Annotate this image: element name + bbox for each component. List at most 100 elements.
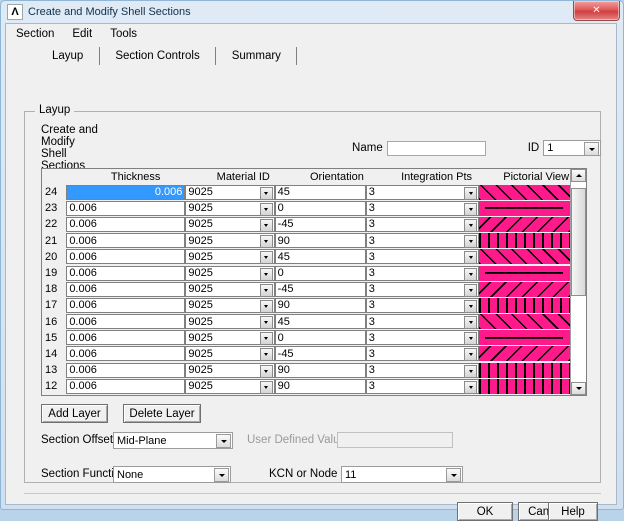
chevron-down-icon[interactable]: [216, 434, 231, 448]
chevron-down-icon[interactable]: [464, 380, 478, 394]
orientation-cell[interactable]: 90: [274, 362, 366, 378]
orientation-cell[interactable]: 45: [274, 184, 366, 200]
name-input[interactable]: [386, 140, 486, 156]
chevron-down-icon[interactable]: [464, 251, 478, 265]
menu-item-section[interactable]: Section: [14, 27, 56, 41]
integration-pts-cell[interactable]: 3: [365, 362, 480, 378]
chevron-down-icon[interactable]: [259, 332, 273, 346]
chevron-down-icon[interactable]: [464, 332, 478, 346]
chevron-down-icon[interactable]: [464, 202, 478, 216]
chevron-down-icon[interactable]: [464, 348, 478, 362]
thickness-cell[interactable]: 0.006: [66, 200, 186, 216]
thickness-cell[interactable]: 0.006: [66, 281, 186, 297]
table-row[interactable]: 17 0.006 9025 90 3: [42, 297, 570, 313]
chevron-down-icon[interactable]: [464, 218, 478, 232]
chevron-down-icon[interactable]: [259, 251, 273, 265]
scrollbar-thumb[interactable]: [571, 188, 586, 296]
integration-pts-cell[interactable]: 3: [365, 346, 480, 362]
table-row[interactable]: 13 0.006 9025 90 3: [42, 362, 570, 378]
section-function-combo[interactable]: None: [113, 466, 231, 483]
thickness-cell[interactable]: 0.006: [66, 314, 186, 330]
material-id-cell[interactable]: 9025: [185, 362, 275, 378]
thickness-cell[interactable]: 0.006: [66, 184, 186, 200]
thickness-cell[interactable]: 0.006: [66, 249, 186, 265]
material-id-cell[interactable]: 9025: [185, 314, 275, 330]
material-id-cell[interactable]: 9025: [185, 297, 275, 313]
chevron-down-icon[interactable]: [584, 142, 599, 156]
orientation-cell[interactable]: -45: [274, 346, 366, 362]
chevron-down-icon[interactable]: [259, 218, 273, 232]
chevron-down-icon[interactable]: [464, 283, 478, 297]
orientation-cell[interactable]: 0: [274, 200, 366, 216]
material-id-cell[interactable]: 9025: [185, 281, 275, 297]
material-id-cell[interactable]: 9025: [185, 265, 275, 281]
table-row[interactable]: 15 0.006 9025 0 3: [42, 330, 570, 346]
material-id-cell[interactable]: 9025: [185, 184, 275, 200]
integration-pts-cell[interactable]: 3: [365, 233, 480, 249]
chevron-down-icon[interactable]: [464, 299, 478, 313]
orientation-cell[interactable]: 0: [274, 265, 366, 281]
orientation-cell[interactable]: 45: [274, 249, 366, 265]
chevron-down-icon[interactable]: [446, 468, 461, 482]
integration-pts-cell[interactable]: 3: [365, 378, 480, 394]
integration-pts-cell[interactable]: 3: [365, 281, 480, 297]
thickness-cell[interactable]: 0.006: [66, 362, 186, 378]
table-row[interactable]: 18 0.006 9025 -45 3: [42, 281, 570, 297]
table-row[interactable]: 19 0.006 9025 0 3: [42, 265, 570, 281]
chevron-down-icon[interactable]: [259, 380, 273, 394]
table-row[interactable]: 20 0.006 9025 45 3: [42, 249, 570, 265]
orientation-cell[interactable]: 90: [274, 233, 366, 249]
chevron-down-icon[interactable]: [259, 348, 273, 362]
chevron-down-icon[interactable]: [464, 186, 478, 200]
table-row[interactable]: 23 0.006 9025 0 3: [42, 200, 570, 216]
orientation-cell[interactable]: 90: [274, 378, 366, 394]
table-row[interactable]: 21 0.006 9025 90 3: [42, 233, 570, 249]
integration-pts-cell[interactable]: 3: [365, 200, 480, 216]
chevron-down-icon[interactable]: [464, 364, 478, 378]
integration-pts-cell[interactable]: 3: [365, 265, 480, 281]
tab-summary[interactable]: Summary: [216, 47, 298, 65]
material-id-cell[interactable]: 9025: [185, 233, 275, 249]
table-row[interactable]: 12 0.006 9025 90 3: [42, 378, 570, 394]
orientation-cell[interactable]: 90: [274, 297, 366, 313]
thickness-cell[interactable]: 0.006: [66, 233, 186, 249]
chevron-down-icon[interactable]: [259, 186, 273, 200]
menu-item-tools[interactable]: Tools: [108, 27, 139, 41]
delete-layer-button[interactable]: Delete Layer: [123, 404, 201, 423]
material-id-cell[interactable]: 9025: [185, 378, 275, 394]
chevron-down-icon[interactable]: [259, 267, 273, 281]
material-id-cell[interactable]: 9025: [185, 346, 275, 362]
menu-item-edit[interactable]: Edit: [70, 27, 94, 41]
orientation-cell[interactable]: -45: [274, 281, 366, 297]
chevron-down-icon[interactable]: [259, 316, 273, 330]
chevron-down-icon[interactable]: [259, 283, 273, 297]
id-combo[interactable]: 1: [543, 140, 601, 156]
thickness-cell[interactable]: 0.006: [66, 330, 186, 346]
material-id-cell[interactable]: 9025: [185, 249, 275, 265]
ok-button[interactable]: OK: [457, 502, 513, 521]
tab-section-controls[interactable]: Section Controls: [99, 47, 217, 65]
section-offset-combo[interactable]: Mid-Plane: [113, 432, 233, 449]
thickness-cell[interactable]: 0.006: [66, 378, 186, 394]
chevron-down-icon[interactable]: [259, 202, 273, 216]
orientation-cell[interactable]: -45: [274, 216, 366, 232]
thickness-cell[interactable]: 0.006: [66, 216, 186, 232]
orientation-cell[interactable]: 45: [274, 314, 366, 330]
help-button[interactable]: Help: [548, 502, 598, 521]
scrollbar-track[interactable]: [571, 182, 586, 382]
thickness-cell[interactable]: 0.006: [66, 265, 186, 281]
thickness-cell[interactable]: 0.006: [66, 297, 186, 313]
chevron-down-icon[interactable]: [464, 235, 478, 249]
integration-pts-cell[interactable]: 3: [365, 314, 480, 330]
chevron-down-icon[interactable]: [259, 299, 273, 313]
chevron-down-icon[interactable]: [464, 267, 478, 281]
integration-pts-cell[interactable]: 3: [365, 297, 480, 313]
tab-layup[interactable]: Layup: [36, 47, 99, 65]
add-layer-button[interactable]: Add Layer: [41, 404, 108, 423]
kcn-or-node-combo[interactable]: 11: [341, 466, 463, 483]
integration-pts-cell[interactable]: 3: [365, 216, 480, 232]
orientation-cell[interactable]: 0: [274, 330, 366, 346]
integration-pts-cell[interactable]: 3: [365, 184, 480, 200]
chevron-down-icon[interactable]: [214, 468, 229, 482]
table-row[interactable]: 24 0.006 9025 45 3: [42, 184, 570, 200]
